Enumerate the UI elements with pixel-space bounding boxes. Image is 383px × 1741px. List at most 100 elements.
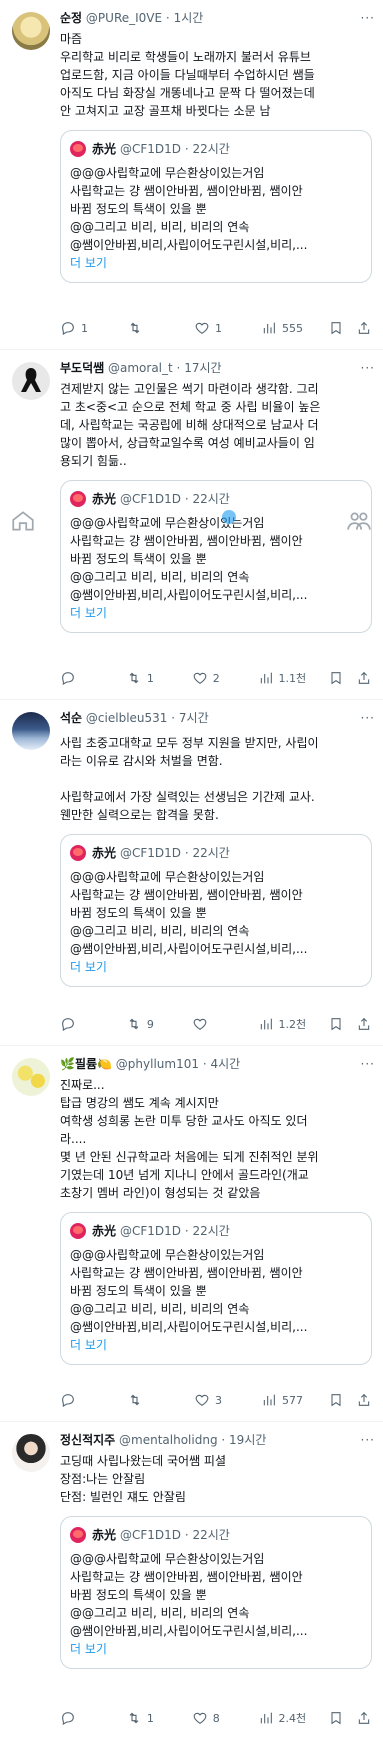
quote-line: @@그리고 비리, 비리, 비리의 연속 bbox=[70, 1302, 250, 1316]
post-2[interactable]: ··· 부도덕쌤 @amoral_t · 17시간 견제받지 않는 고인물은 썩… bbox=[0, 350, 383, 700]
post-time[interactable]: 17시간 bbox=[184, 361, 221, 375]
author-handle[interactable]: @PURe_I0VE bbox=[86, 11, 162, 25]
repost-icon bbox=[129, 1712, 139, 1724]
repost-count: 9 bbox=[146, 1017, 154, 1031]
author-handle[interactable]: @mentalholidng bbox=[119, 1433, 218, 1447]
quote-handle: @CF1D1D bbox=[120, 1527, 182, 1542]
quote-line: @@@사립학교에 무슨환상이있는거임 bbox=[70, 1552, 265, 1566]
avatar[interactable] bbox=[12, 1058, 50, 1096]
post-line: 사립 초중고대학교 모두 정부 지원을 받지만, 사립이 bbox=[60, 736, 319, 750]
post-text: 진짜로... 탑급 명강의 쌤도 계속 계시지만 여학생 성희롱 논란 미투 당… bbox=[60, 1076, 372, 1202]
bookmark-icon[interactable] bbox=[328, 320, 344, 336]
like-button[interactable]: 1 bbox=[194, 320, 238, 337]
author-name[interactable]: 부도덕쌤 bbox=[60, 361, 104, 375]
post-line bbox=[60, 770, 372, 788]
quote-line: 바뀜 정도의 특색이 있을 뿐 bbox=[70, 1588, 207, 1602]
like-button[interactable]: 2 bbox=[192, 670, 236, 687]
author-name[interactable]: 석순 bbox=[60, 711, 82, 725]
repost-icon bbox=[129, 672, 139, 684]
show-more-link[interactable]: 더 보기 bbox=[70, 958, 362, 976]
quote-author-name: 赤光 bbox=[92, 141, 117, 156]
quote-line: @@그리고 비리, 비리, 비리의 연속 bbox=[70, 570, 250, 584]
views-icon bbox=[260, 1018, 272, 1030]
repost-button[interactable] bbox=[127, 1392, 171, 1408]
repost-button[interactable]: 9 bbox=[126, 1016, 170, 1033]
quote-line: @@그리고 비리, 비리, 비리의 연속 bbox=[70, 220, 250, 234]
author-name[interactable]: 정신적지주 bbox=[60, 1433, 115, 1447]
bookmark-icon[interactable] bbox=[328, 670, 344, 686]
post-time[interactable]: 19시간 bbox=[229, 1433, 266, 1447]
post-line: 초창기 멤버 라인)이 형성되는 것 같았음 bbox=[60, 1186, 261, 1200]
quote-time: 22시간 bbox=[192, 491, 230, 506]
reply-button[interactable] bbox=[60, 670, 104, 686]
heart-icon bbox=[193, 672, 207, 684]
share-icon[interactable] bbox=[356, 320, 372, 336]
quoted-post[interactable]: 赤光 @CF1D1D · 22시간 @@@사립학교에 무슨환상이있는거임 사립학… bbox=[60, 130, 372, 283]
repost-icon bbox=[129, 1018, 139, 1030]
bookmark-icon[interactable] bbox=[328, 1392, 344, 1408]
post-1[interactable]: ··· 순정 @PURe_I0VE · 1시간 마즘 우리학교 비리로 학생들이… bbox=[0, 0, 383, 350]
reply-button[interactable]: 1 bbox=[60, 320, 104, 337]
author-handle[interactable]: @phyllum101 bbox=[116, 1057, 199, 1071]
post-time[interactable]: 7시간 bbox=[179, 711, 209, 725]
quote-line: 사립학교는 걍 쌤이안바뀜, 쌤이안바뀜, 쌤이안 bbox=[70, 534, 303, 548]
quote-line: 바뀜 정도의 특색이 있을 뿐 bbox=[70, 202, 207, 216]
author-handle[interactable]: @amoral_t bbox=[108, 361, 173, 375]
like-count: 3 bbox=[215, 1393, 222, 1407]
post-line: 여학생 성희롱 논란 미투 당한 교사도 아직도 있더 bbox=[60, 1114, 308, 1128]
reply-button[interactable] bbox=[60, 1710, 104, 1726]
quoted-post[interactable]: 赤光 @CF1D1D · 22시간 @@@사립학교에 무슨환상이있는거임 사립학… bbox=[60, 1212, 372, 1365]
quoted-post[interactable]: 赤光 @CF1D1D · 22시간 @@@사립학교에 무슨환상이있는거임 사립학… bbox=[60, 834, 372, 987]
like-count: 1 bbox=[215, 321, 222, 335]
post-time[interactable]: 1시간 bbox=[174, 11, 204, 25]
post-3[interactable]: ··· 석순 @cielbleu531 · 7시간 사립 초중고대학교 모두 정… bbox=[0, 700, 383, 1046]
separator-dot: · bbox=[181, 491, 193, 506]
avatar[interactable] bbox=[12, 362, 50, 400]
repost-button[interactable]: 1 bbox=[126, 670, 170, 687]
show-more-link[interactable]: 더 보기 bbox=[70, 1336, 362, 1354]
like-button[interactable]: 8 bbox=[192, 1710, 236, 1727]
views-button[interactable]: 1.1천 bbox=[258, 670, 306, 687]
like-button[interactable]: 3 bbox=[194, 1392, 238, 1409]
share-icon[interactable] bbox=[356, 1016, 372, 1032]
reply-button[interactable] bbox=[60, 1392, 104, 1408]
show-more-link[interactable]: 더 보기 bbox=[70, 1640, 362, 1658]
author-name[interactable]: 순정 bbox=[60, 11, 82, 25]
like-count: 8 bbox=[212, 1711, 220, 1725]
heart-icon bbox=[193, 1018, 207, 1030]
share-icon[interactable] bbox=[356, 1392, 372, 1408]
share-icon[interactable] bbox=[356, 1710, 372, 1726]
views-button[interactable]: 1.2천 bbox=[258, 1016, 306, 1033]
post-time[interactable]: 4시간 bbox=[210, 1057, 240, 1071]
reply-button[interactable] bbox=[60, 1016, 104, 1032]
quote-line: 사립학교는 걍 쌤이안바뀜, 쌤이안바뀜, 쌤이안 bbox=[70, 1570, 303, 1584]
views-icon bbox=[260, 672, 272, 684]
quoted-post[interactable]: 赤光 @CF1D1D · 22시간 @@@사립학교에 무슨환상이있는거임 사립학… bbox=[60, 480, 372, 633]
post-line: 웬만한 실력으로는 합격을 못함. bbox=[60, 808, 219, 822]
author-handle[interactable]: @cielbleu531 bbox=[86, 711, 168, 725]
views-button[interactable]: 577 bbox=[261, 1392, 305, 1409]
author-name[interactable]: 🌿필륨🍋 bbox=[60, 1057, 112, 1071]
post-5[interactable]: ··· 정신적지주 @mentalholidng · 19시간 고딩때 사립나왔… bbox=[0, 1422, 383, 1741]
show-more-link[interactable]: 더 보기 bbox=[70, 604, 362, 622]
bookmark-icon[interactable] bbox=[328, 1016, 344, 1032]
views-button[interactable]: 2.4천 bbox=[258, 1710, 306, 1727]
post-4[interactable]: ··· 🌿필륨🍋 @phyllum101 · 4시간 진짜로... 탑급 명강의… bbox=[0, 1046, 383, 1422]
avatar[interactable] bbox=[12, 12, 50, 50]
avatar[interactable] bbox=[12, 1434, 50, 1472]
views-button[interactable]: 555 bbox=[261, 320, 305, 337]
share-icon[interactable] bbox=[356, 670, 372, 686]
bookmark-icon[interactable] bbox=[328, 1710, 344, 1726]
quote-avatar bbox=[70, 1527, 86, 1543]
quoted-post[interactable]: 赤光 @CF1D1D · 22시간 @@@사립학교에 무슨환상이있는거임 사립학… bbox=[60, 1516, 372, 1669]
quote-line: @쌤이안바뀜,비리,사립이어도구린시설,비리,... bbox=[70, 238, 308, 252]
quote-line: @@@사립학교에 무슨환상이있는거임 bbox=[70, 870, 265, 884]
show-more-link[interactable]: 더 보기 bbox=[70, 254, 362, 272]
post-line: 많이 뽑아서, 상급학교일수록 여성 예비교사들이 임 bbox=[60, 436, 315, 450]
repost-button[interactable] bbox=[127, 320, 171, 336]
quote-handle: @CF1D1D bbox=[120, 491, 182, 506]
post-line: 마즘 bbox=[60, 32, 83, 46]
avatar[interactable] bbox=[12, 712, 50, 750]
like-button[interactable] bbox=[192, 1016, 236, 1032]
repost-button[interactable]: 1 bbox=[126, 1710, 170, 1727]
